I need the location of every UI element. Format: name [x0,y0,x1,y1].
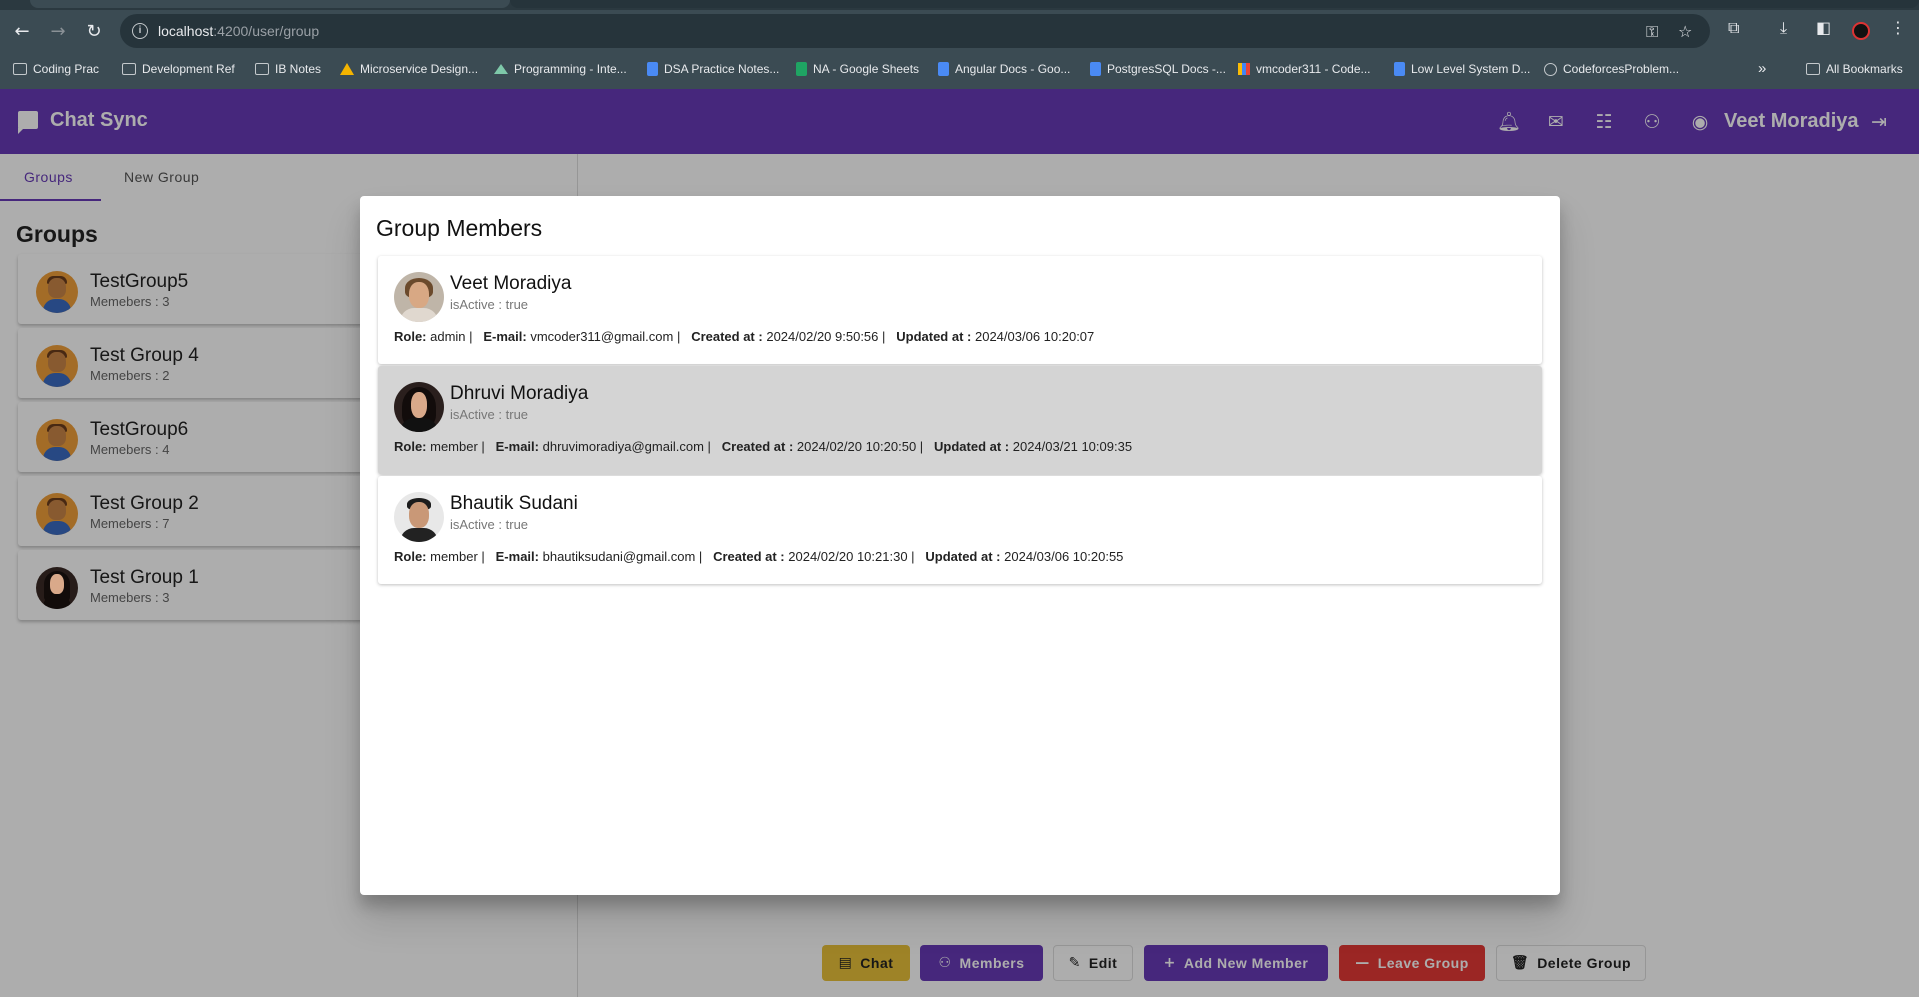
member-role: member [430,439,478,454]
bookmark-item[interactable]: Programming - Inte... [494,62,627,76]
bookmark-item[interactable]: Development Ref [122,62,235,76]
member-created: 2024/02/20 10:21:30 [788,549,908,564]
member-name: Dhruvi Moradiya [450,383,589,404]
docs-icon [1394,62,1405,76]
url-path: :4200/user/group [213,23,320,39]
member-details: Role: member | E-mail: bhautiksudani@gma… [394,549,1124,564]
extensions-icon[interactable]: ⧉ [1728,18,1739,38]
folder-icon [122,63,136,75]
member-email: vmcoder311@gmail.com [530,329,674,344]
browser-toolbar: ← → ↻ i localhost:4200/user/group ⚿ ☆ ⧉ … [0,10,1919,53]
member-details: Role: admin | E-mail: vmcoder311@gmail.c… [394,329,1095,344]
globe-icon [1544,62,1557,76]
member-created: 2024/02/20 9:50:56 [766,329,879,344]
bookmark-item[interactable]: IB Notes [255,62,321,76]
url-host: localhost [158,23,214,39]
forward-icon[interactable]: → [46,20,70,44]
analytics-icon [1238,63,1250,75]
member-email: dhruvimoradiya@gmail.com [542,439,704,454]
bookmark-star-icon[interactable]: ☆ [1678,22,1692,41]
member-name: Bhautik Sudani [450,493,578,514]
more-bookmarks-button[interactable]: » [1758,60,1766,77]
folder-icon [255,63,269,75]
member-role: member [430,549,478,564]
member-card[interactable]: Bhautik Sudani isActive : true Role: mem… [378,476,1542,584]
member-role: admin [430,329,466,344]
member-avatar [394,492,444,542]
bookmarks-bar: Coding Prac Development Ref IB Notes Mic… [0,53,1919,89]
member-card[interactable]: Dhruvi Moradiya isActive : true Role: me… [378,366,1542,474]
browser-menu-icon[interactable]: ⋮ [1890,18,1906,37]
sheets-icon [796,62,807,76]
member-name: Veet Moradiya [450,273,572,294]
member-updated: 2024/03/06 10:20:07 [974,329,1095,344]
member-card[interactable]: Veet Moradiya isActive : true Role: admi… [378,256,1542,364]
all-bookmarks-button[interactable]: All Bookmarks [1806,62,1903,76]
bookmark-item[interactable]: CodeforcesProblem... [1544,62,1679,76]
browser-tabstrip [0,0,1919,10]
address-bar[interactable]: i localhost:4200/user/group ⚿ ☆ [120,14,1710,48]
bookmark-item[interactable]: NA - Google Sheets [796,62,919,76]
reload-icon[interactable]: ↻ [82,20,106,44]
folder-icon [1806,63,1820,75]
mountain-icon [494,64,508,74]
member-details: Role: member | E-mail: dhruvimoradiya@gm… [394,439,1133,454]
profile-avatar[interactable] [1852,22,1870,40]
back-icon[interactable]: ← [10,20,34,44]
bookmark-item[interactable]: Microservice Design... [340,62,478,76]
bookmark-item[interactable]: DSA Practice Notes... [647,62,779,76]
dialog-title: Group Members [376,215,543,241]
bookmark-item[interactable]: Angular Docs - Goo... [938,62,1070,76]
docs-icon [1090,62,1101,76]
bookmark-item[interactable]: vmcoder311 - Code... [1238,62,1371,76]
member-status: isActive : true [450,407,529,422]
bookmark-item[interactable]: PostgresSQL Docs -... [1090,62,1226,76]
member-created: 2024/02/20 10:20:50 [796,439,917,454]
member-email: bhautiksudani@gmail.com [542,549,696,564]
folder-icon [13,63,27,75]
docs-icon [647,62,658,76]
side-panel-icon[interactable]: ◧ [1816,18,1831,37]
bookmark-item[interactable]: Low Level System D... [1394,62,1530,76]
member-avatar [394,382,444,432]
site-info-icon[interactable]: i [132,23,148,39]
member-updated: 2024/03/06 10:20:55 [1004,549,1124,564]
bookmark-item[interactable]: Coding Prac [13,62,99,76]
member-status: isActive : true [450,517,529,532]
browser-tab[interactable] [30,0,510,8]
member-status: isActive : true [450,297,529,312]
member-avatar [394,272,444,322]
download-icon[interactable]: ⤓ [1780,18,1787,38]
password-key-icon[interactable]: ⚿ [1646,22,1658,42]
browser-tab-active[interactable] [510,0,1919,8]
drive-icon [340,63,354,75]
member-updated: 2024/03/21 10:09:35 [1012,439,1133,454]
docs-icon [938,62,949,76]
group-members-dialog: Group Members Veet Moradiya isActive : t… [360,196,1560,895]
